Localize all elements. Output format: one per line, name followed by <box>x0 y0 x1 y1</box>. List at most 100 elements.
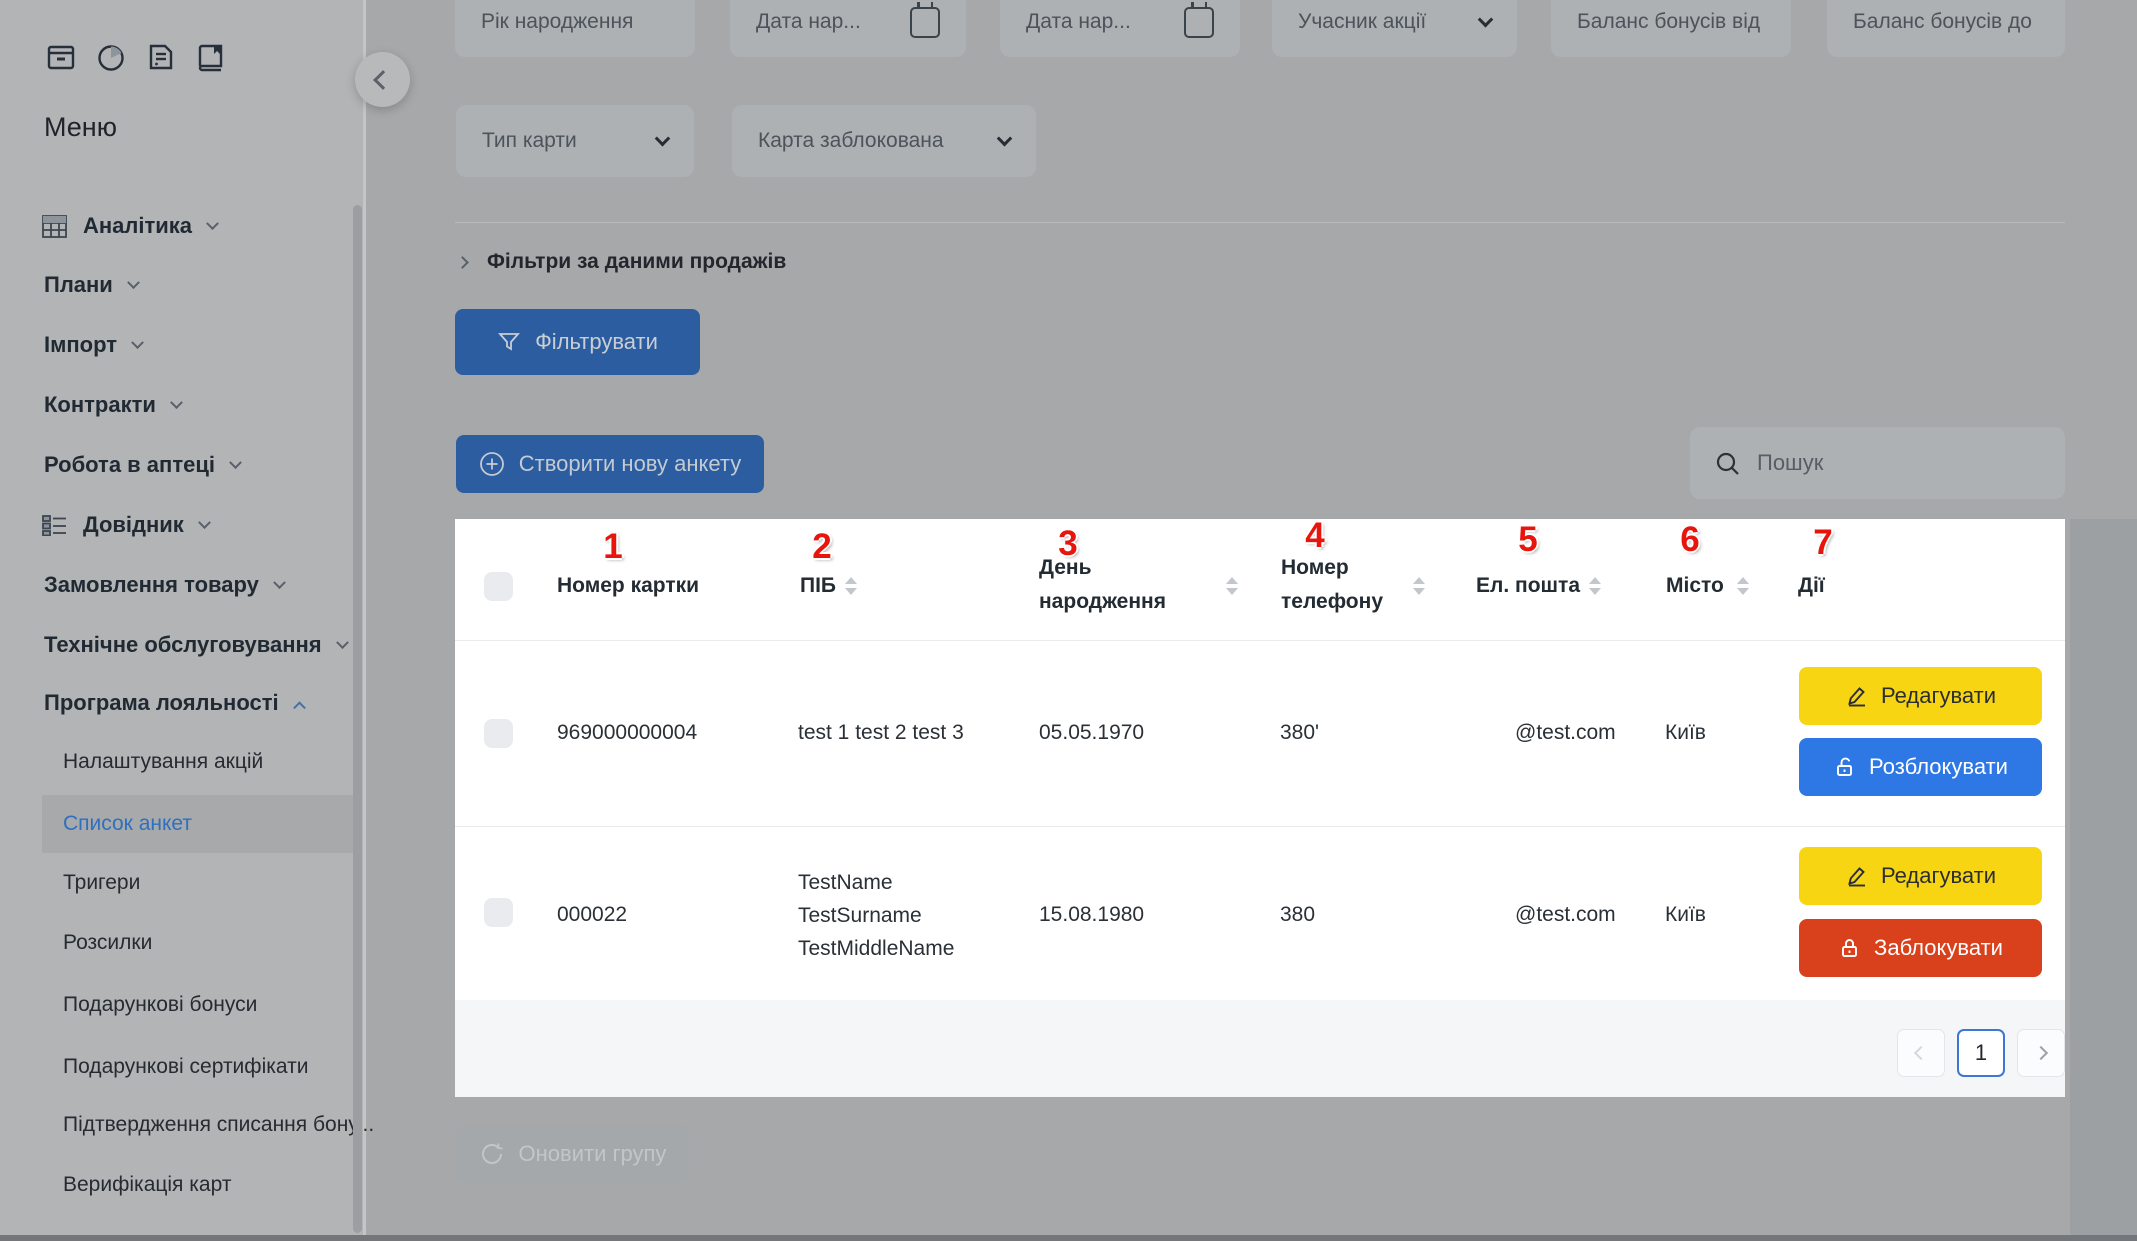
select-all-checkbox[interactable] <box>484 572 513 601</box>
book-icon[interactable] <box>194 40 228 74</box>
sort-icon[interactable] <box>1226 577 1238 595</box>
calendar-icon <box>910 1 940 38</box>
annotation-6: 6 <box>1680 520 1700 559</box>
sort-icon[interactable] <box>1737 577 1749 595</box>
page-scrollbar-track[interactable] <box>2070 519 2137 1235</box>
filter-birth-year-input[interactable]: Рік народження <box>455 0 695 57</box>
sidebar-subitem-mailings[interactable]: Розсилки <box>63 931 152 955</box>
chevron-down-icon <box>170 395 183 409</box>
sidebar-item-contracts[interactable]: Контракти <box>44 392 183 418</box>
update-group-label: Оновити групу <box>518 1141 667 1166</box>
annotation-5: 5 <box>1518 520 1538 559</box>
horizontal-scrollbar[interactable] <box>0 1235 2137 1241</box>
filter-bonus-balance-to-input[interactable]: Баланс бонусів до <box>1827 0 2065 57</box>
chevron-left-icon <box>372 69 393 90</box>
field-label: Дата нар... <box>756 10 861 33</box>
chevron-down-icon <box>229 455 242 469</box>
unlock-icon <box>1833 755 1857 779</box>
filter-card-blocked-select[interactable]: Карта заблокована <box>732 105 1036 177</box>
pagination-prev-button[interactable] <box>1897 1029 1945 1077</box>
filter-birth-date-from-input[interactable]: Дата нар... <box>730 0 966 57</box>
table-footer <box>455 1000 2065 1097</box>
search-input[interactable] <box>1757 450 2017 476</box>
sidebar-item-maintenance[interactable]: Технічне обслуговування <box>44 632 349 658</box>
chevron-down-icon <box>131 335 144 349</box>
sidebar-item-goods-order[interactable]: Замовлення товару <box>44 572 286 598</box>
chevron-down-icon <box>654 130 671 146</box>
column-header-name[interactable]: ПІБ <box>800 574 836 598</box>
create-questionnaire-label: Створити нову анкету <box>518 451 742 476</box>
filter-card-type-select[interactable]: Тип карти <box>456 105 694 177</box>
plus-circle-icon <box>479 451 505 477</box>
funnel-icon <box>497 330 521 354</box>
create-questionnaire-button[interactable]: Створити нову анкету <box>456 435 764 493</box>
row-checkbox[interactable] <box>484 898 513 927</box>
sidebar-item-label: Програма лояльності <box>44 690 279 715</box>
edit-button[interactable]: Редагувати <box>1799 667 2042 725</box>
sidebar-subitem-questionnaire-list[interactable]: Список анкет <box>63 812 192 836</box>
cell-name: TestName TestSurname TestMiddleName <box>798 871 955 960</box>
column-header-actions: Дії <box>1798 574 1825 597</box>
sidebar-subitem-bonus-writeoff-confirm[interactable]: Підтвердження списання бону... <box>63 1113 374 1137</box>
sort-icon[interactable] <box>1413 577 1425 595</box>
filter-birth-date-to-input[interactable]: Дата нар... <box>1000 0 1240 57</box>
pencil-icon <box>1845 684 1869 708</box>
annotation-1: 1 <box>603 527 623 566</box>
sidebar-item-label: Технічне обслуговування <box>44 632 322 657</box>
block-button[interactable]: Заблокувати <box>1799 919 2042 977</box>
chevron-up-icon <box>292 700 306 714</box>
sort-icon[interactable] <box>1589 577 1601 595</box>
cell-card-number: 969000000004 <box>557 721 698 744</box>
edit-button[interactable]: Редагувати <box>1799 847 2042 905</box>
archive-icon[interactable] <box>44 40 78 74</box>
column-header-email[interactable]: Ел. пошта <box>1476 574 1580 598</box>
sidebar-subitem-triggers[interactable]: Тригери <box>63 871 140 895</box>
filter-bonus-balance-from-input[interactable]: Баланс бонусів від <box>1551 0 1791 57</box>
chevron-down-icon <box>206 216 219 230</box>
document-icon[interactable] <box>144 40 178 74</box>
cell-city: Київ <box>1665 721 1706 744</box>
update-group-button[interactable]: Оновити групу <box>456 1125 689 1183</box>
sidebar-item-label: Контракти <box>44 392 156 417</box>
sidebar-item-import[interactable]: Імпорт <box>44 332 144 358</box>
sales-filters-toggle[interactable]: Фільтри за даними продажів <box>456 250 787 274</box>
column-header-phone[interactable]: Номер телефону <box>1281 551 1383 619</box>
column-header-city[interactable]: Місто <box>1666 574 1724 598</box>
sales-filters-label: Фільтри за даними продажів <box>487 250 787 273</box>
sidebar-item-directory[interactable]: Довідник <box>42 512 211 538</box>
sidebar-item-analytics[interactable]: Аналітика <box>42 213 219 239</box>
sidebar-item-pharmacy-work[interactable]: Робота в аптеці <box>44 452 242 478</box>
sidebar-scrollbar[interactable] <box>353 205 362 1233</box>
sidebar-subitem-card-verification[interactable]: Верифікація карт <box>63 1173 231 1197</box>
field-label: Дата нар... <box>1026 10 1131 33</box>
column-header-card-number[interactable]: Номер картки <box>557 574 699 598</box>
sidebar-item-loyalty-program[interactable]: Програма лояльності <box>44 690 306 716</box>
chevron-right-icon <box>2033 1045 2049 1061</box>
row-checkbox[interactable] <box>484 719 513 748</box>
filter-button[interactable]: Фільтрувати <box>455 309 700 375</box>
block-button-label: Заблокувати <box>1874 935 2003 960</box>
sidebar-item-label: Аналітика <box>83 213 193 238</box>
pie-chart-icon[interactable] <box>94 40 128 74</box>
sidebar-subitem-promo-settings[interactable]: Налаштування акцій <box>63 750 263 774</box>
column-header-birth-date[interactable]: День народження <box>1039 551 1166 619</box>
field-label: Учасник акції <box>1298 10 1427 33</box>
field-label: Баланс бонусів до <box>1853 10 2032 33</box>
sidebar-item-plans[interactable]: Плани <box>44 272 140 298</box>
chevron-left-icon <box>1913 1045 1929 1061</box>
sidebar-subitem-gift-bonuses[interactable]: Подарункові бонуси <box>63 993 257 1017</box>
chevron-down-icon <box>197 515 211 529</box>
sidebar-subitem-gift-certificates[interactable]: Подарункові сертифікати <box>63 1055 308 1079</box>
filter-promo-participant-select[interactable]: Учасник акції <box>1272 0 1517 57</box>
pagination-next-button[interactable] <box>2017 1029 2065 1077</box>
search-box <box>1690 427 2065 499</box>
sidebar-item-label: Плани <box>44 272 113 297</box>
unblock-button[interactable]: Розблокувати <box>1799 738 2042 796</box>
crm-loyalty-page: Меню Аналітика Плани Імпорт Контракти Ро… <box>0 0 2137 1241</box>
pagination-page-1[interactable]: 1 <box>1957 1029 2005 1077</box>
grid-icon <box>42 214 67 238</box>
sidebar-collapse-button[interactable] <box>355 52 410 107</box>
sort-icon[interactable] <box>845 577 857 595</box>
cell-card-number: 000022 <box>557 903 628 926</box>
cell-birth-date: 05.05.1970 <box>1039 721 1145 744</box>
